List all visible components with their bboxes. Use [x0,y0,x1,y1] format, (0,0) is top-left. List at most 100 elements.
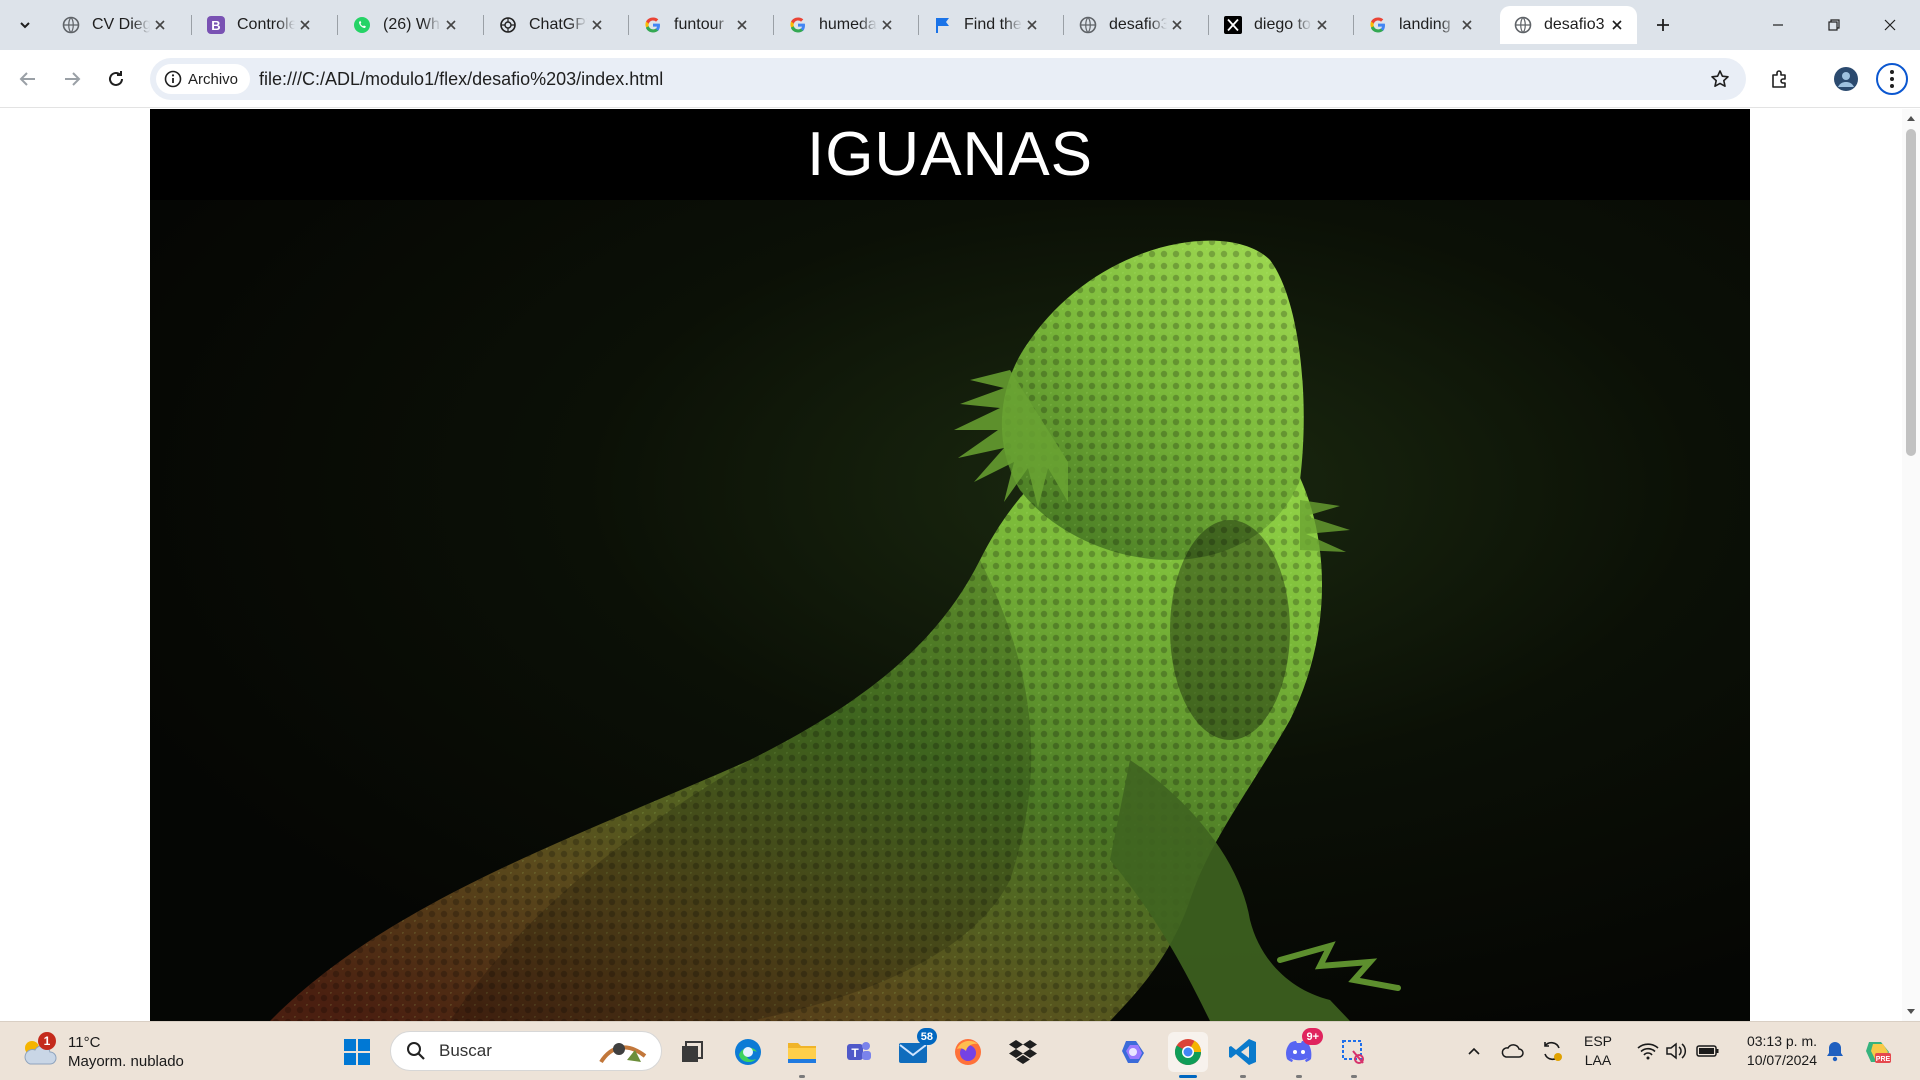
taskbar-file-explorer[interactable] [782,1032,822,1078]
google-icon [1369,16,1387,34]
battery-icon [1696,1045,1719,1057]
tab-separator [628,15,629,35]
scrollbar-thumb[interactable] [1906,129,1916,456]
tab-strip: CV Diego B Controle (26) WhatsApp ChatGP… [0,0,1920,50]
page-title: IGUANAS [806,120,1094,189]
hero-image [150,200,1750,1021]
taskbar-discord[interactable]: 9+ [1279,1028,1323,1078]
taskbar-vscode[interactable] [1223,1032,1263,1078]
volume-tray[interactable] [1660,1035,1692,1067]
copilot-preview-button[interactable]: PRE [1862,1035,1894,1067]
site-info-chip[interactable]: Archivo [156,64,251,94]
system-clock[interactable]: 03:13 p. m. 10/07/2024 [1735,1032,1817,1070]
taskbar-copilot[interactable] [1113,1032,1153,1072]
profile-avatar[interactable] [1830,63,1862,95]
edge-icon [735,1039,761,1065]
tab-desafio3[interactable]: desafio3 [1065,6,1197,44]
close-icon[interactable] [877,15,897,35]
taskbar-mail[interactable]: 58 [893,1028,937,1072]
close-icon[interactable] [441,15,461,35]
close-icon[interactable] [1167,15,1187,35]
minimize-button[interactable] [1750,0,1806,50]
cloud-sun-icon: 1 [20,1032,60,1070]
taskbar-dropbox[interactable] [1003,1032,1043,1072]
extensions-button[interactable] [1764,63,1796,95]
notifications-button[interactable] [1819,1035,1851,1067]
teams-icon: T [847,1042,871,1060]
restore-icon [1828,19,1840,31]
vscode-icon [1229,1039,1256,1065]
onedrive-tray[interactable] [1496,1035,1528,1067]
tab-landing[interactable]: landing [1355,6,1487,44]
tab-search-button[interactable] [10,10,40,40]
tab-title: humedad [819,16,877,33]
reload-icon [109,71,123,86]
restore-button[interactable] [1806,0,1862,50]
battery-tray[interactable] [1692,1035,1724,1067]
taskbar-search-box[interactable]: Buscar [390,1031,662,1071]
close-icon[interactable] [732,15,752,35]
reload-button[interactable] [100,63,132,95]
taskbar-chrome[interactable] [1168,1032,1208,1078]
weather-temp: 11°C [68,1034,101,1051]
info-icon [164,70,182,88]
google-icon [644,16,662,34]
new-tab-button[interactable] [1648,10,1678,40]
sync-tray[interactable] [1536,1035,1568,1067]
scroll-up-arrow-icon[interactable] [1906,113,1916,123]
close-icon[interactable] [1312,15,1332,35]
close-icon [1884,19,1896,31]
show-hidden-icons-button[interactable] [1458,1035,1490,1067]
close-icon[interactable] [295,15,315,35]
weather-widget[interactable]: 1 11°C Mayorm. nublado [20,1028,200,1076]
tab-cv-diego[interactable]: CV Diego [48,6,180,44]
close-window-button[interactable] [1862,0,1918,50]
chevron-up-icon [1468,1047,1480,1055]
bookmark-button[interactable] [1704,63,1736,95]
taskbar-teams[interactable]: T [838,1032,878,1072]
taskbar-edge[interactable] [728,1032,768,1072]
tab-title: CV Diego [92,16,150,33]
input-language-indicator[interactable]: ESP LAA [1584,1032,1612,1070]
tab-find-the[interactable]: Find the [920,6,1052,44]
taskbar-firefox[interactable] [948,1032,988,1072]
browser-toolbar: Archivo file:///C:/ADL/modulo1/flex/desa… [0,50,1920,108]
chrome-menu-button[interactable] [1876,63,1908,95]
flag-icon [934,16,952,34]
tab-humedad[interactable]: humedad [775,6,907,44]
forward-button[interactable] [56,63,88,95]
taskbar-snipping-tool[interactable] [1334,1032,1374,1078]
cloud-icon [1501,1044,1524,1058]
clock-date: 10/07/2024 [1746,1052,1817,1068]
star-icon [1711,70,1729,87]
tab-whatsapp[interactable]: (26) WhatsApp [339,6,471,44]
discord-badge: 9+ [1302,1028,1323,1045]
close-icon[interactable] [1022,15,1042,35]
close-icon[interactable] [1457,15,1477,35]
address-bar[interactable]: Archivo file:///C:/ADL/modulo1/flex/desa… [150,58,1746,100]
clock-time: 03:13 p. m. [1746,1033,1817,1049]
url-text[interactable]: file:///C:/ADL/modulo1/flex/desafio%203/… [259,58,663,100]
tab-chatgpt[interactable]: ChatGPT [485,6,617,44]
back-button[interactable] [12,63,44,95]
page-scrollbar[interactable] [1902,109,1920,1021]
close-icon[interactable] [1607,15,1627,35]
scroll-down-arrow-icon[interactable] [1906,1007,1916,1017]
sync-icon [1544,1041,1562,1061]
tab-funtour[interactable]: funtour [630,6,762,44]
tab-title: Find the [964,16,1022,33]
close-icon[interactable] [587,15,607,35]
tab-controle[interactable]: B Controle [193,6,325,44]
start-button[interactable] [337,1032,377,1072]
tab-desafio3-active[interactable]: desafio3 [1500,6,1637,44]
site-info-label: Archivo [188,70,239,88]
weather-alert-badge: 1 [38,1032,56,1050]
tab-separator [191,15,192,35]
chatgpt-icon [499,16,517,34]
tab-separator [773,15,774,35]
search-highlight-icon [597,1038,649,1071]
close-icon[interactable] [150,15,170,35]
task-view-button[interactable] [672,1032,712,1072]
weather-desc: Mayorm. nublado [68,1053,184,1070]
tab-diego-to[interactable]: diego to [1210,6,1342,44]
